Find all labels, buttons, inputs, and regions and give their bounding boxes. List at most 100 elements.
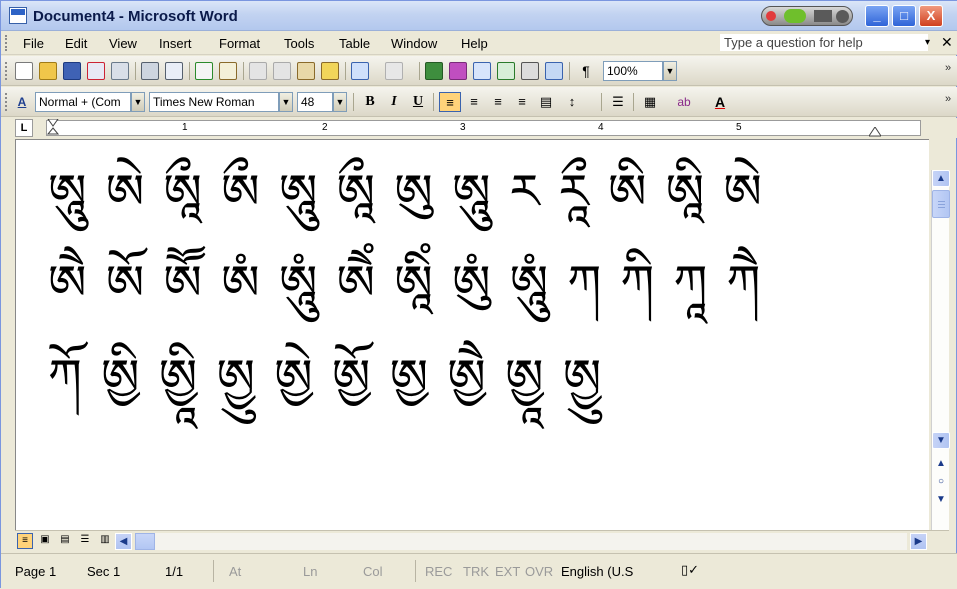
undo-icon[interactable] — [351, 62, 369, 80]
status-trk[interactable]: TRK — [463, 564, 489, 579]
normal-view-icon[interactable]: ≡ — [17, 533, 33, 549]
next-page-icon[interactable]: ▼ — [932, 492, 950, 509]
formatting-options-icon[interactable]: » — [945, 93, 951, 105]
print-preview-icon[interactable] — [165, 62, 183, 80]
cut-icon[interactable] — [249, 62, 267, 80]
previous-page-icon[interactable]: ▲ — [932, 456, 950, 473]
underline-button[interactable]: U — [407, 92, 429, 112]
paste-icon[interactable] — [297, 62, 315, 80]
scroll-down-icon[interactable]: ▼ — [932, 432, 950, 449]
justify-icon[interactable]: ≡ — [511, 92, 533, 112]
spelling-icon[interactable] — [195, 62, 213, 80]
open-folder-icon[interactable] — [39, 62, 57, 80]
indent-marker-icon[interactable] — [47, 119, 59, 139]
hyperlink-icon[interactable] — [425, 62, 443, 80]
italic-button[interactable]: I — [383, 92, 405, 112]
permission-icon[interactable] — [87, 62, 105, 80]
print-layout-icon[interactable]: ▤ — [57, 533, 73, 549]
zoom-dropdown-icon[interactable]: ▼ — [663, 61, 677, 81]
style-combo[interactable]: Normal + (Com — [35, 92, 131, 112]
font-color-icon[interactable]: A — [709, 92, 731, 112]
copy-icon[interactable] — [273, 62, 291, 80]
menu-file[interactable]: File — [23, 36, 44, 51]
help-dropdown-icon[interactable]: ▾ — [925, 37, 930, 48]
numbering-icon[interactable]: ☰ — [607, 92, 629, 112]
status-ext[interactable]: EXT — [495, 564, 520, 579]
scroll-thumb[interactable] — [932, 190, 950, 218]
zoom-combo[interactable]: 100% — [603, 61, 663, 81]
toolbar-grip[interactable] — [5, 62, 8, 80]
status-rec[interactable]: REC — [425, 564, 452, 579]
font-size-dropdown-icon[interactable]: ▼ — [333, 92, 347, 112]
reading-layout-icon[interactable]: ▥ — [97, 533, 113, 549]
toolbar-grip[interactable] — [5, 93, 8, 111]
scroll-right-icon[interactable]: ▶ — [910, 533, 927, 550]
document-line[interactable]: ཀོ ཨྱི ཨྱཱི ཨྱུ ཨྱེ ཨྱོ ཨྱ ཨྱཻ ཨྱཱ ཨྱུ — [48, 335, 603, 419]
new-document-icon[interactable] — [15, 62, 33, 80]
vertical-scrollbar[interactable]: ▲ ▼ ▲ ○ ▼ — [931, 170, 950, 530]
status-page-count: 1/1 — [165, 564, 184, 579]
menu-grip[interactable] — [5, 35, 8, 51]
font-dropdown-icon[interactable]: ▼ — [279, 92, 293, 112]
help-search-input[interactable]: Type a question for help — [719, 33, 929, 52]
borders-icon[interactable]: ▦ — [639, 92, 661, 112]
distributed-icon[interactable]: ▤ — [535, 92, 557, 112]
styles-formatting-icon[interactable]: A — [13, 93, 31, 111]
spelling-status-icon[interactable]: ▯✓ — [681, 562, 699, 578]
insert-excel-icon[interactable] — [497, 62, 515, 80]
maximize-button[interactable]: □ — [892, 5, 916, 27]
menu-window[interactable]: Window — [391, 36, 437, 51]
tables-borders-icon[interactable] — [449, 62, 467, 80]
menu-format[interactable]: Format — [219, 36, 260, 51]
menu-insert[interactable]: Insert — [159, 36, 192, 51]
document-page[interactable]: ཨཱུ ཨེ ཨཱྀ ཨྀ ཨཱུ ཨཱྀ ཨུ ཨཱུ ཪ ཪཱྀ ཨི ཨཱ… — [15, 139, 929, 530]
right-indent-marker-icon[interactable] — [869, 127, 881, 137]
line-spacing-icon[interactable]: ↕ — [561, 92, 583, 112]
menu-help[interactable]: Help — [461, 36, 488, 51]
outline-view-icon[interactable]: ☰ — [77, 533, 93, 549]
document-line[interactable]: ཨཱུ ཨེ ཨཱྀ ཨྀ ཨཱུ ཨཱྀ ཨུ ཨཱུ ཪ ཪཱྀ ཨི ཨཱ… — [48, 150, 764, 234]
horizontal-scroll-thumb[interactable] — [135, 533, 155, 550]
format-painter-icon[interactable] — [321, 62, 339, 80]
highlight-icon[interactable]: ab — [673, 92, 695, 112]
menu-table[interactable]: Table — [339, 36, 370, 51]
minimize-button[interactable]: _ — [865, 5, 889, 27]
font-size-combo[interactable]: 48 — [297, 92, 333, 112]
menu-edit[interactable]: Edit — [65, 36, 87, 51]
toolbar-options-icon[interactable]: » — [945, 62, 951, 74]
scroll-up-icon[interactable]: ▲ — [932, 170, 950, 187]
horizontal-scroll-track[interactable] — [155, 533, 907, 550]
style-dropdown-icon[interactable]: ▼ — [131, 92, 145, 112]
word-document-icon[interactable] — [9, 7, 27, 24]
close-button[interactable]: X — [919, 5, 943, 27]
align-center-icon[interactable]: ≡ — [463, 92, 485, 112]
status-ovr[interactable]: OVR — [525, 564, 553, 579]
bold-button[interactable]: B — [359, 92, 381, 112]
email-icon[interactable] — [111, 62, 129, 80]
font-combo[interactable]: Times New Roman — [149, 92, 279, 112]
align-left-icon[interactable]: ≡ — [439, 92, 461, 112]
nvidia-tray-widget-icon[interactable] — [761, 6, 853, 26]
menu-view[interactable]: View — [109, 36, 137, 51]
status-language[interactable]: English (U.S — [561, 564, 633, 579]
tab-selector-icon[interactable]: L — [15, 119, 33, 137]
show-hide-formatting-icon[interactable]: ¶ — [575, 61, 597, 81]
save-icon[interactable] — [63, 62, 81, 80]
toolbar-separator — [419, 62, 420, 80]
insert-table-icon[interactable] — [473, 62, 491, 80]
status-section: Sec 1 — [87, 564, 121, 579]
horizontal-ruler[interactable]: 1 2 3 4 5 — [46, 119, 921, 139]
select-browse-object-icon[interactable]: ○ — [932, 474, 950, 491]
research-icon[interactable] — [219, 62, 237, 80]
drawing-icon[interactable] — [545, 62, 563, 80]
document-line[interactable]: ཨཻ ཨོ ཨཽ ཨཾ ཨཱུཾ ཨཻཾ ཨཱིཾ ཨུཾ ཨཱུཾ ཀ ཀི … — [48, 241, 762, 325]
print-icon[interactable] — [141, 62, 159, 80]
status-at: At — [229, 564, 242, 579]
close-document-icon[interactable]: ✕ — [941, 34, 953, 51]
menu-tools[interactable]: Tools — [284, 36, 314, 51]
scroll-left-icon[interactable]: ◀ — [115, 533, 132, 550]
align-right-icon[interactable]: ≡ — [487, 92, 509, 112]
columns-icon[interactable] — [521, 62, 539, 80]
web-layout-icon[interactable]: ▣ — [37, 533, 53, 549]
redo-icon[interactable] — [385, 62, 403, 80]
